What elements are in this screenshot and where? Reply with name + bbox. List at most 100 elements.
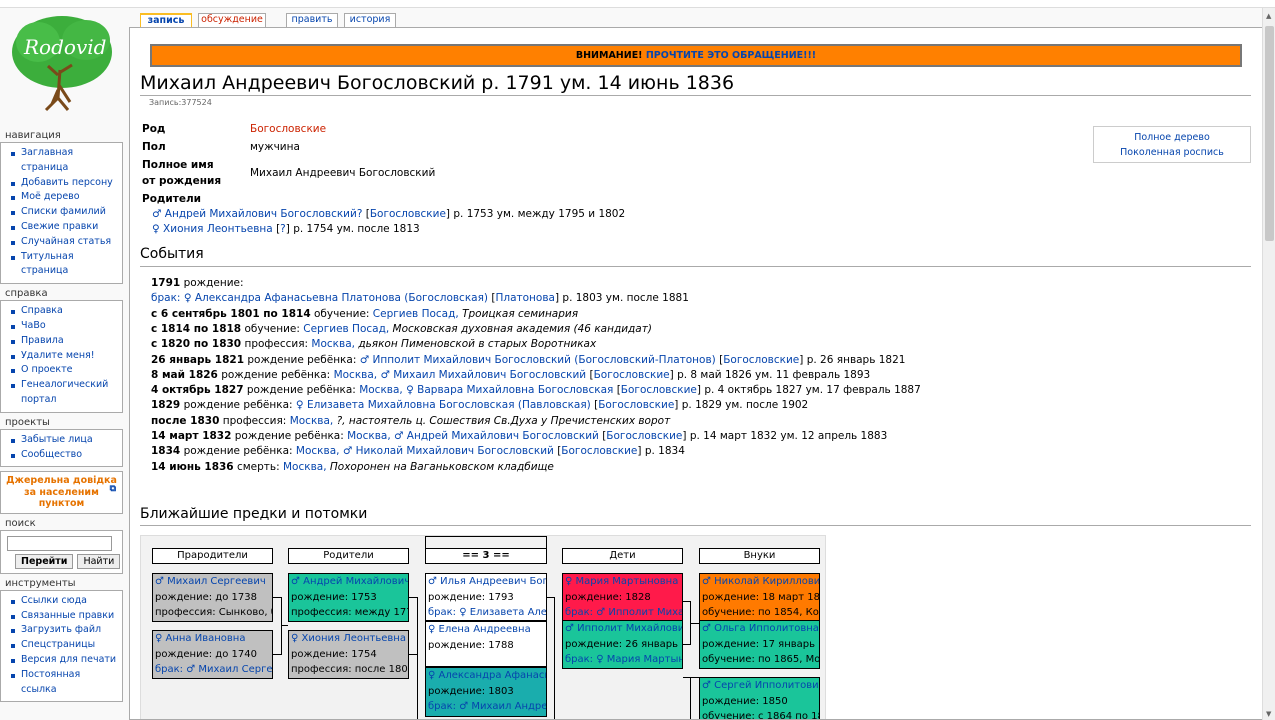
nav-item-recent-changes[interactable]: Свежие правки xyxy=(10,220,118,235)
nav-item-title-page[interactable]: Титульная страница xyxy=(10,250,118,280)
tree-node[interactable]: ♂ Ипполит Михайлович рождение: 26 январь… xyxy=(562,620,683,669)
mother-dates: р. 1754 ум. после 1813 xyxy=(293,223,420,235)
tab-record[interactable]: запись xyxy=(140,13,192,27)
tree-node-name[interactable]: ♂ Николай Кириллович xyxy=(702,574,819,590)
tools-item-upload[interactable]: Загрузить файл xyxy=(10,623,118,638)
generations-link[interactable]: Поколенная роспись xyxy=(1094,145,1250,160)
go-button[interactable]: Перейти xyxy=(15,553,74,569)
tree-node-detail[interactable]: брак: ♂ Ипполит Михайлович xyxy=(565,605,682,621)
tools-portlet-title: инструменты xyxy=(5,577,76,589)
event-place-link[interactable]: Москва, xyxy=(334,369,378,381)
mother-link[interactable]: Хиония Леонтьевна xyxy=(163,223,273,235)
full-tree-link[interactable]: Полное дерево xyxy=(1094,130,1250,145)
event-rod-link[interactable]: Богословские xyxy=(594,369,670,381)
tools-item-permalink[interactable]: Постоянная ссылка xyxy=(10,668,118,698)
event-person-link[interactable]: Михаил Михайлович Богословский xyxy=(393,369,586,381)
tree-node-name[interactable]: ♂ Сергей Ипполитович Богословский xyxy=(702,678,819,694)
tree-node-detail[interactable]: брак: ♀ Мария Мартыновна xyxy=(565,652,682,668)
scrollbar-thumb[interactable] xyxy=(1265,26,1274,241)
tree-node[interactable]: ♀ Елена Андреевна рождение: 1788 xyxy=(425,621,547,667)
tools-item-special[interactable]: Спецстраницы xyxy=(10,638,118,653)
tree-node-name[interactable]: ♂ Ольга Ипполитовна Богословская xyxy=(702,621,819,637)
tree-node-detail[interactable]: брак: ♀ Елизавета Алексеевна xyxy=(428,605,546,620)
tree-node-name[interactable]: ♀ Хиония Леонтьевна xyxy=(291,631,406,647)
tab-history[interactable]: история xyxy=(344,13,396,27)
tree-node-name[interactable]: ♂ Ипполит Михайлович xyxy=(565,621,682,637)
tree-node-detail[interactable]: брак: ♂ Михаил Андреевич xyxy=(428,699,546,715)
event-rod-link[interactable]: Платонова xyxy=(495,292,555,304)
nav-item-random[interactable]: Случайная статья xyxy=(10,235,118,250)
find-button[interactable]: Найти xyxy=(77,553,121,569)
tree-node-birth: рождение: 1753 xyxy=(291,591,377,603)
help-item-help[interactable]: Справка xyxy=(10,304,118,319)
event-place-link[interactable]: Сергиев Посад, xyxy=(373,308,459,320)
event-person-link[interactable]: Андрей Михайлович Богословский xyxy=(407,430,599,442)
nav-item-add-person[interactable]: Добавить персону xyxy=(10,176,118,191)
tree-node-name[interactable]: ♀ Александра Афанасьевна xyxy=(428,668,546,684)
tree-node-name[interactable]: ♀ Мария Мартыновна Платонова xyxy=(565,574,682,590)
tab-discussion[interactable]: обсуждение xyxy=(198,13,266,27)
help-item-rules[interactable]: Правила xyxy=(10,334,118,349)
event-place-link[interactable]: Москва, xyxy=(296,445,340,457)
event-rod-link[interactable]: Богословские xyxy=(606,430,682,442)
tree-node-name[interactable]: ♂ Илья Андреевич Богословский xyxy=(428,574,546,590)
event-row: 1834 рождение ребёнка: Москва, ♂ Николай… xyxy=(151,445,685,458)
tools-item-print[interactable]: Версия для печати xyxy=(10,653,118,668)
event-place-link[interactable]: Москва, xyxy=(283,461,327,473)
event-place-link[interactable]: Москва, xyxy=(311,338,355,350)
tree-node-name[interactable]: ♂ Андрей Михайлович Богословский xyxy=(291,574,408,590)
projects-item-community[interactable]: Сообщество xyxy=(10,448,118,463)
nav-item-main-page[interactable]: Заглавная страница xyxy=(10,146,118,176)
rodovid-logo[interactable]: Rodovid xyxy=(8,10,118,115)
notice-link[interactable]: ПРОЧТИТЕ ЭТО ОБРАЩЕНИЕ!!! xyxy=(646,50,816,61)
event-person-link[interactable]: Елизавета Михайловна Богословская (Павло… xyxy=(307,399,591,411)
tree-node[interactable]: ♂ Андрей Михайлович Богословский рождени… xyxy=(288,573,409,622)
projects-item-forgotten[interactable]: Забытые лица xyxy=(10,433,118,448)
tree-node[interactable]: ♀ Александра Афанасьевна рождение: 1803 … xyxy=(425,667,547,717)
tree-line xyxy=(281,597,282,655)
help-item-delete-me[interactable]: Удалите меня! xyxy=(10,349,118,364)
father-rod-link[interactable]: Богословские xyxy=(370,208,446,220)
tree-node[interactable]: ♂ Илья Андреевич Богословский рождение: … xyxy=(425,573,547,621)
help-item-about[interactable]: О проекте xyxy=(10,363,118,378)
help-item-portal[interactable]: Генеалогический портал xyxy=(10,378,118,408)
tools-item-whatlinkshere[interactable]: Ссылки сюда xyxy=(10,594,118,609)
tree-node-name[interactable]: ♂ Михаил Сергеевич xyxy=(155,574,270,590)
father-link[interactable]: Андрей Михайлович Богословский? xyxy=(165,208,363,220)
tab-edit[interactable]: править xyxy=(286,13,338,27)
tree-node[interactable]: ♂ Ольга Ипполитовна Богословская рождени… xyxy=(699,620,820,669)
event-person-link[interactable]: Николай Михайлович Богословский xyxy=(356,445,554,457)
tree-node[interactable]: ♂ Николай Кириллович рождение: 18 март 1… xyxy=(699,573,820,622)
tree-node-name[interactable]: ♀ Анна Ивановна xyxy=(155,631,270,647)
scroll-down-icon[interactable]: ▼ xyxy=(1266,710,1271,718)
event-place-link[interactable]: Москва, xyxy=(359,384,403,396)
mother-rod-link[interactable]: ? xyxy=(280,223,286,235)
tree-node-name[interactable]: ♀ Елена Андреевна xyxy=(428,622,544,638)
nav-item-my-tree[interactable]: Моё дерево xyxy=(10,190,118,205)
tree-node[interactable]: ♀ Хиония Леонтьевна рождение: 1754 профе… xyxy=(288,630,409,679)
event-rod-link[interactable]: Богословские xyxy=(723,354,799,366)
locality-reference-link[interactable]: Джерельна довідка за населеним пунктом ⧉ xyxy=(0,471,123,514)
tree-node[interactable]: ♀ Анна Ивановна рождение: до 1740 брак: … xyxy=(152,630,273,679)
event-rod-link[interactable]: Богословские xyxy=(561,445,637,457)
nav-item-surnames[interactable]: Списки фамилий xyxy=(10,205,118,220)
tree-node[interactable]: ♀ Мария Мартыновна Платонова рождение: 1… xyxy=(562,573,683,622)
event-rod-link[interactable]: Богословские xyxy=(621,384,697,396)
event-place-link[interactable]: Москва, xyxy=(347,430,391,442)
rod-link[interactable]: Богословские xyxy=(250,123,326,135)
event-place-link[interactable]: Москва, xyxy=(290,415,334,427)
search-input[interactable] xyxy=(7,535,112,551)
event-place-link[interactable]: Сергиев Посад, xyxy=(303,323,389,335)
scroll-up-icon[interactable]: ▲ xyxy=(1266,12,1271,20)
help-item-faq[interactable]: ЧаВо xyxy=(10,319,118,334)
tree-node-detail[interactable]: брак: ♂ Михаил Сергеевич xyxy=(155,662,272,678)
tree-node[interactable]: ♂ Михаил Сергеевич рождение: до 1738 про… xyxy=(152,573,273,622)
tools-item-related[interactable]: Связанные правки xyxy=(10,609,118,624)
event-rod-link[interactable]: Богословские xyxy=(598,399,674,411)
event-dates: р. 1834 xyxy=(644,445,685,458)
event-person-link[interactable]: Александра Афанасьевна Платонова (Богосл… xyxy=(195,292,488,304)
vertical-scrollbar[interactable]: ▲ ▼ xyxy=(1262,8,1275,720)
tree-node[interactable]: ♂ Сергей Ипполитович Богословский рожден… xyxy=(699,677,820,719)
event-person-link[interactable]: Варвара Михайловна Богословская xyxy=(417,384,613,396)
event-person-link[interactable]: Ипполит Михайлович Богословский (Богосло… xyxy=(372,354,715,366)
